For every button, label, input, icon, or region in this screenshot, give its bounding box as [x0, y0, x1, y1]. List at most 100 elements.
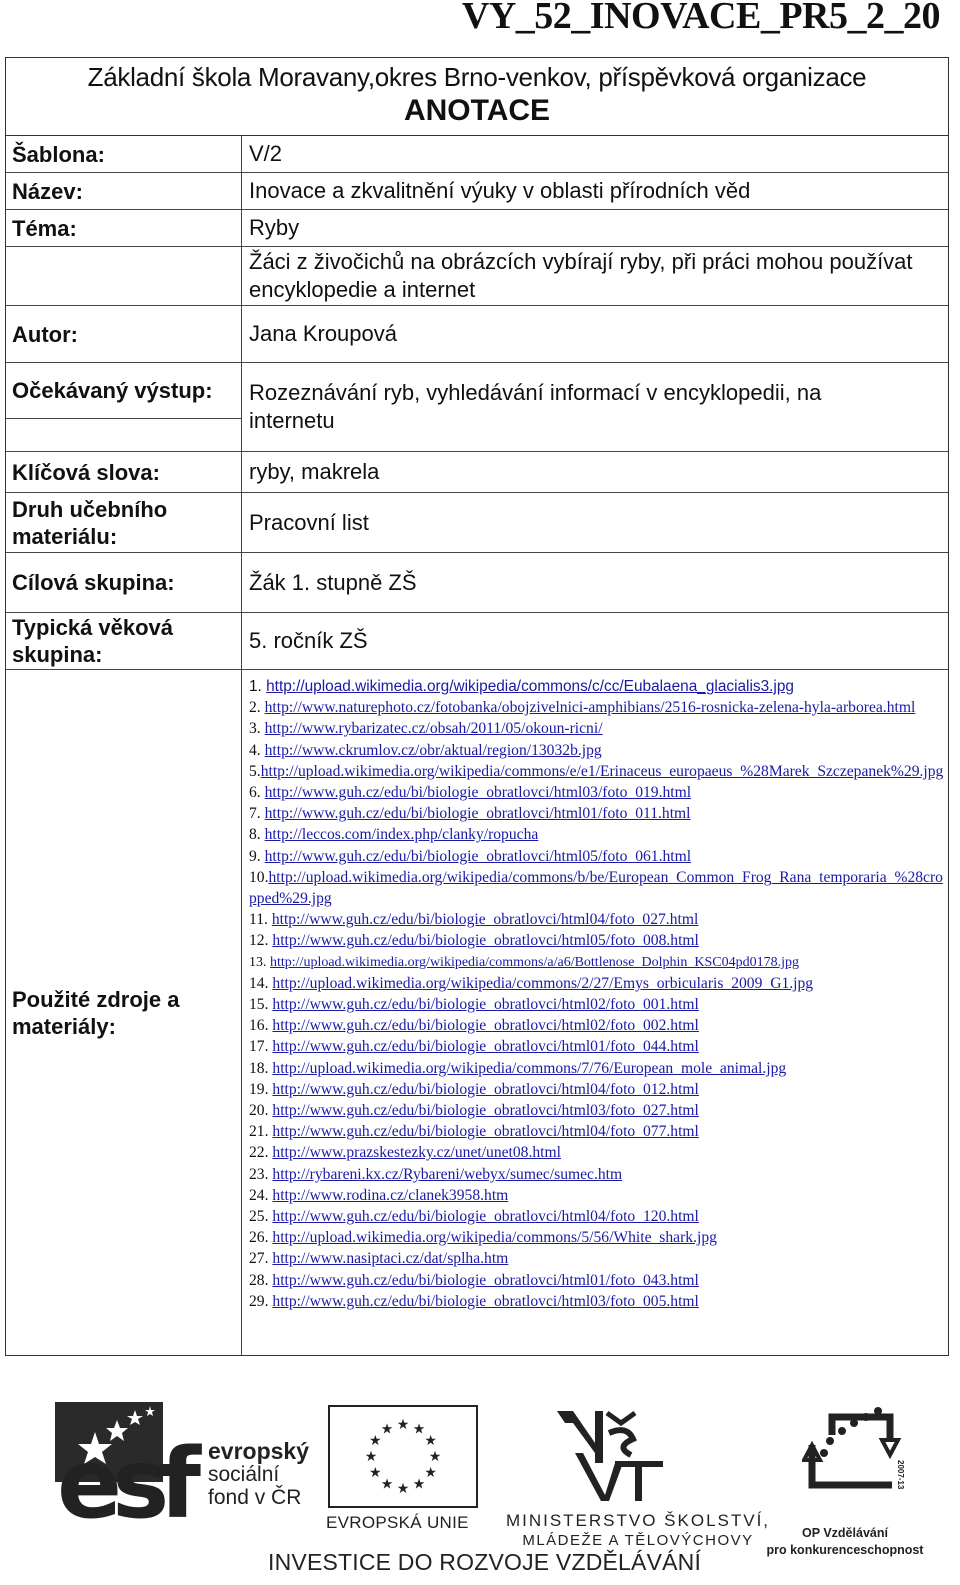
reference-number: 10.: [249, 868, 269, 886]
reference-number: 9.: [249, 847, 261, 865]
msmt-line-2: MLÁDEŽE A TĚLOVÝCHOVY: [522, 1532, 754, 1549]
reference-link[interactable]: http://leccos.com/index.php/clanky/ropuc…: [265, 826, 539, 843]
table-header: Základní škola Moravany,okres Brno-venko…: [6, 58, 948, 136]
value-vystup: Rozeznávání ryb, vyhledávání informací v…: [249, 380, 822, 433]
school-name: Základní škola Moravany,okres Brno-venko…: [87, 62, 867, 92]
eu-star: ★: [413, 1420, 426, 1436]
reference-number: 22.: [249, 1144, 269, 1162]
eu-star: ★: [429, 1448, 442, 1464]
reference-link[interactable]: http://www.rodina.cz/clanek3958.htm: [272, 1187, 508, 1204]
reference-item: 13. http://upload.wikimedia.org/wikipedi…: [249, 952, 948, 973]
reference-number: 20.: [249, 1102, 269, 1120]
reference-link[interactable]: http://www.guh.cz/edu/bi/biologie_obratl…: [272, 1123, 698, 1140]
reference-item: 1. http://upload.wikimedia.org/wikipedia…: [249, 676, 948, 697]
reference-item: 2. http://www.naturephoto.cz/fotobanka/o…: [249, 697, 948, 718]
esf-line-2: sociální: [208, 1463, 280, 1486]
reference-link[interactable]: http://www.guh.cz/edu/bi/biologie_obratl…: [272, 911, 698, 928]
value-popis: Žáci z živočichů na obrázcích vybírají r…: [249, 249, 913, 302]
reference-item: 25. http://www.guh.cz/edu/bi/biologie_ob…: [249, 1206, 948, 1227]
reference-number: 27.: [249, 1250, 269, 1268]
document-code: VY_52_INOVACE_PR5_2_20: [461, 0, 941, 37]
reference-link[interactable]: http://upload.wikimedia.org/wikipedia/co…: [261, 763, 944, 780]
row-autor: Autor: Jana Kroupová: [6, 306, 948, 363]
reference-link[interactable]: http://upload.wikimedia.org/wikipedia/co…: [249, 869, 943, 907]
reference-link[interactable]: http://www.guh.cz/edu/bi/biologie_obratl…: [272, 1017, 698, 1034]
row-zdroje: Použité zdroje a materiály: 1. http://up…: [6, 670, 948, 1355]
row-sablona: Šablona: V/2: [6, 136, 948, 173]
reference-item: 10.http://upload.wikimedia.org/wikipedia…: [249, 867, 948, 909]
reference-number: 18.: [249, 1059, 269, 1077]
reference-item: 15. http://www.guh.cz/edu/bi/biologie_ob…: [249, 994, 948, 1015]
reference-link[interactable]: http://www.guh.cz/edu/bi/biologie_obratl…: [265, 848, 691, 865]
reference-number: 14.: [249, 974, 269, 992]
op-year: 2007-13: [896, 1460, 905, 1490]
reference-item: 27. http://www.nasiptaci.cz/dat/splha.ht…: [249, 1248, 948, 1269]
reference-link[interactable]: http://www.guh.cz/edu/bi/biologie_obratl…: [272, 1293, 698, 1310]
reference-link[interactable]: http://www.guh.cz/edu/bi/biologie_obratl…: [272, 932, 698, 949]
eu-star: ★: [397, 1416, 410, 1432]
reference-link[interactable]: http://upload.wikimedia.org/wikipedia/co…: [270, 955, 799, 970]
document-title: ANOTACE: [403, 94, 551, 127]
reference-link[interactable]: http://www.guh.cz/edu/bi/biologie_obratl…: [272, 1102, 698, 1119]
esf-line-1: evropský: [208, 1438, 310, 1464]
value-klicova-slova: ryby, makrela: [249, 459, 380, 484]
reference-number: 19.: [249, 1080, 269, 1098]
reference-link[interactable]: http://upload.wikimedia.org/wikipedia/co…: [266, 678, 794, 695]
reference-link[interactable]: http://upload.wikimedia.org/wikipedia/co…: [272, 975, 813, 992]
reference-number: 25.: [249, 1208, 269, 1226]
op-line-1: OP Vzdělávání: [802, 1526, 888, 1540]
reference-link[interactable]: http://www.guh.cz/edu/bi/biologie_obratl…: [272, 1208, 698, 1225]
reference-number: 29.: [249, 1292, 269, 1310]
esf-line-3: fond v ČR: [208, 1486, 302, 1509]
footer-logos: esf evropský sociální fond v ČR ★ ★ ★ ★ ★ ★ ★ ★…: [0, 1385, 960, 1585]
reference-link[interactable]: http://www.ckrumlov.cz/obr/aktual/region…: [265, 742, 602, 759]
reference-link[interactable]: http://www.guh.cz/edu/bi/biologie_obratl…: [265, 784, 691, 801]
reference-number: 5.: [249, 762, 261, 780]
reference-number: 8.: [249, 826, 261, 844]
reference-link[interactable]: http://www.guh.cz/edu/bi/biologie_obratl…: [272, 1272, 698, 1289]
reference-link[interactable]: http://www.guh.cz/edu/bi/biologie_obratl…: [265, 805, 691, 822]
reference-item: 21. http://www.guh.cz/edu/bi/biologie_ob…: [249, 1121, 948, 1142]
label-zdroje: Použité zdroje a materiály:: [6, 670, 242, 1355]
label-vystup-cell: Očekávaný výstup:: [6, 363, 242, 451]
row-klicova-slova: Klíčová slova: ryby, makrela: [6, 452, 948, 493]
row-cilova-skupina: Cílová skupina: Žák 1. stupně ZŠ: [6, 553, 948, 613]
reference-link[interactable]: http://www.guh.cz/edu/bi/biologie_obratl…: [272, 996, 698, 1013]
reference-number: 16.: [249, 1017, 269, 1035]
eu-star: ★: [369, 1464, 382, 1480]
reference-item: 17. http://www.guh.cz/edu/bi/biologie_ob…: [249, 1036, 948, 1057]
reference-link[interactable]: http://www.naturephoto.cz/fotobanka/oboj…: [265, 699, 916, 716]
reference-item: 5.http://upload.wikimedia.org/wikipedia/…: [249, 761, 948, 782]
reference-link[interactable]: http://www.nasiptaci.cz/dat/splha.htm: [272, 1250, 508, 1267]
reference-link[interactable]: http://www.prazskestezky.cz/unet/unet08.…: [272, 1144, 561, 1161]
reference-link[interactable]: http://www.guh.cz/edu/bi/biologie_obratl…: [272, 1081, 698, 1098]
reference-item: 28. http://www.guh.cz/edu/bi/biologie_ob…: [249, 1270, 948, 1291]
row-nazev: Název: Inovace a zkvalitnění výuky v obl…: [6, 173, 948, 210]
reference-item: 29. http://www.guh.cz/edu/bi/biologie_ob…: [249, 1291, 948, 1312]
reference-item: 3. http://www.rybarizatec.cz/obsah/2011/…: [249, 718, 948, 739]
msmt-text: MINISTERSTVO ŠKOLSTVÍ, MLÁDEŽE A TĚLOVÝC…: [488, 1511, 788, 1551]
eu-star: ★: [397, 1480, 410, 1496]
reference-item: 7. http://www.guh.cz/edu/bi/biologie_obr…: [249, 803, 948, 824]
reference-number: 15.: [249, 996, 269, 1014]
reference-item: 18. http://upload.wikimedia.org/wikipedi…: [249, 1058, 948, 1079]
reference-item: 26. http://upload.wikimedia.org/wikipedi…: [249, 1227, 948, 1248]
annotation-table: Základní škola Moravany,okres Brno-venko…: [5, 57, 949, 1356]
reference-item: 6. http://www.guh.cz/edu/bi/biologie_obr…: [249, 782, 948, 803]
eu-star: ★: [413, 1476, 426, 1492]
row-vekova-skupina: Typická věková skupina: 5. ročník ZŠ: [6, 613, 948, 670]
reference-link[interactable]: http://www.rybarizatec.cz/obsah/2011/05/…: [265, 720, 603, 737]
reference-number: 26.: [249, 1229, 269, 1247]
eu-star: ★: [369, 1432, 382, 1448]
reference-link[interactable]: http://upload.wikimedia.org/wikipedia/co…: [272, 1060, 786, 1077]
label-cilova-skupina: Cílová skupina:: [6, 553, 242, 612]
label-klicova-slova: Klíčová slova:: [6, 452, 242, 492]
reference-link[interactable]: http://upload.wikimedia.org/wikipedia/co…: [272, 1229, 717, 1246]
value-sablona: V/2: [249, 141, 283, 166]
reference-number: 24.: [249, 1186, 269, 1204]
reference-link[interactable]: http://rybareni.kx.cz/Rybareni/webyx/sum…: [272, 1166, 622, 1183]
reference-link[interactable]: http://www.guh.cz/edu/bi/biologie_obratl…: [272, 1038, 698, 1055]
reference-number: 7.: [249, 805, 261, 823]
value-druh-materialu: Pracovní list: [249, 509, 369, 535]
reference-item: 11. http://www.guh.cz/edu/bi/biologie_ob…: [249, 909, 948, 930]
